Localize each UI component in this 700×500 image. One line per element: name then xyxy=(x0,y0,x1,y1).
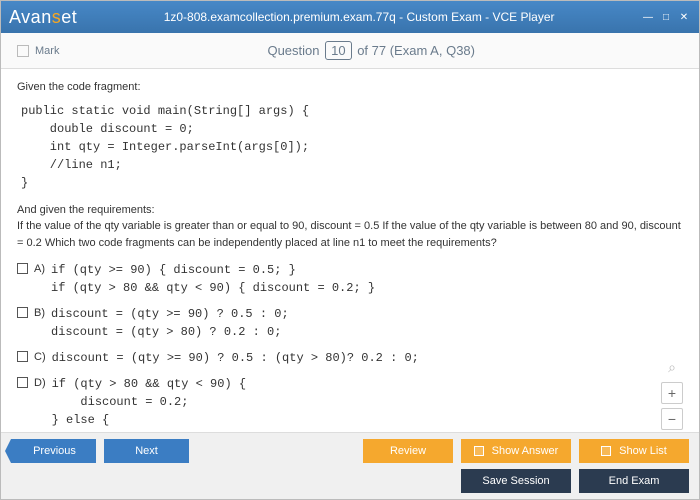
option-code: if (qty >= 90) { discount = 0.5; } if (q… xyxy=(51,261,375,297)
review-label: Review xyxy=(390,445,426,457)
option-b[interactable]: B) discount = (qty >= 90) ? 0.5 : 0; dis… xyxy=(17,305,683,341)
question-indicator: Question 10 of 77 (Exam A, Q38) xyxy=(59,43,683,58)
titlebar: Avanset 1z0-808.examcollection.premium.e… xyxy=(1,1,699,33)
mark-label: Mark xyxy=(35,45,59,57)
option-checkbox[interactable] xyxy=(17,307,28,318)
show-answer-button[interactable]: Show Answer xyxy=(461,439,571,463)
next-button[interactable]: Next xyxy=(104,439,189,463)
logo-part-c: et xyxy=(61,7,77,27)
app-window: Avanset 1z0-808.examcollection.premium.e… xyxy=(0,0,700,500)
option-label: A) xyxy=(34,261,45,278)
options: A) if (qty >= 90) { discount = 0.5; } if… xyxy=(17,261,683,432)
minimize-icon[interactable]: — xyxy=(641,12,655,23)
show-list-label: Show List xyxy=(619,445,667,457)
option-c[interactable]: C) discount = (qty >= 90) ? 0.5 : (qty >… xyxy=(17,349,683,367)
review-button[interactable]: Review xyxy=(363,439,453,463)
content-area: Given the code fragment: public static v… xyxy=(1,69,699,432)
maximize-icon[interactable]: □ xyxy=(659,12,673,23)
code-fragment: public static void main(String[] args) {… xyxy=(21,102,683,192)
show-list-button[interactable]: Show List xyxy=(579,439,689,463)
window-title: 1z0-808.examcollection.premium.exam.77q … xyxy=(77,10,641,24)
requirements-header: And given the requirements: xyxy=(17,202,683,219)
show-answer-label: Show Answer xyxy=(492,445,559,457)
option-checkbox[interactable] xyxy=(17,263,28,274)
end-exam-label: End Exam xyxy=(609,475,660,487)
option-checkbox[interactable] xyxy=(17,351,28,362)
question-of-text: of 77 (Exam A, Q38) xyxy=(354,43,475,58)
end-exam-button[interactable]: End Exam xyxy=(579,469,689,493)
show-answer-check-icon xyxy=(474,446,484,456)
save-session-label: Save Session xyxy=(482,475,549,487)
logo-part-a: Avan xyxy=(9,7,52,27)
option-code: if (qty > 80 && qty < 90) { discount = 0… xyxy=(52,375,246,432)
next-label: Next xyxy=(135,445,158,457)
question-label: Question xyxy=(267,43,323,58)
option-d[interactable]: D) if (qty > 80 && qty < 90) { discount … xyxy=(17,375,683,432)
show-list-check-icon xyxy=(601,446,611,456)
requirements-body: If the value of the qty variable is grea… xyxy=(17,218,683,251)
mark-section: Mark xyxy=(17,45,59,57)
previous-label: Previous xyxy=(33,445,76,457)
option-code: discount = (qty >= 90) ? 0.5 : 0; discou… xyxy=(51,305,289,341)
option-a[interactable]: A) if (qty >= 90) { discount = 0.5; } if… xyxy=(17,261,683,297)
option-code: discount = (qty >= 90) ? 0.5 : (qty > 80… xyxy=(52,349,419,367)
footer-row-2: Save Session End Exam xyxy=(11,469,689,493)
footer: Previous Next Review Show Answer Show Li… xyxy=(1,432,699,499)
requirements: And given the requirements: If the value… xyxy=(17,202,683,252)
logo-part-b: s xyxy=(52,7,62,27)
close-icon[interactable]: ✕ xyxy=(677,12,691,23)
question-bar: Mark Question 10 of 77 (Exam A, Q38) xyxy=(1,33,699,69)
option-label: D) xyxy=(34,375,46,392)
zoom-controls: ⌕ + − xyxy=(661,356,683,430)
option-label: C) xyxy=(34,349,46,366)
option-checkbox[interactable] xyxy=(17,377,28,388)
zoom-in-button[interactable]: + xyxy=(661,382,683,404)
save-session-button[interactable]: Save Session xyxy=(461,469,571,493)
option-label: B) xyxy=(34,305,45,322)
magnify-icon[interactable]: ⌕ xyxy=(661,356,683,378)
previous-button[interactable]: Previous xyxy=(11,439,96,463)
logo: Avanset xyxy=(9,7,77,28)
footer-row-1: Previous Next Review Show Answer Show Li… xyxy=(11,439,689,463)
mark-checkbox[interactable] xyxy=(17,45,29,57)
question-number: 10 xyxy=(325,41,351,60)
given-label: Given the code fragment: xyxy=(17,79,683,96)
zoom-out-button[interactable]: − xyxy=(661,408,683,430)
window-controls: — □ ✕ xyxy=(641,12,691,23)
